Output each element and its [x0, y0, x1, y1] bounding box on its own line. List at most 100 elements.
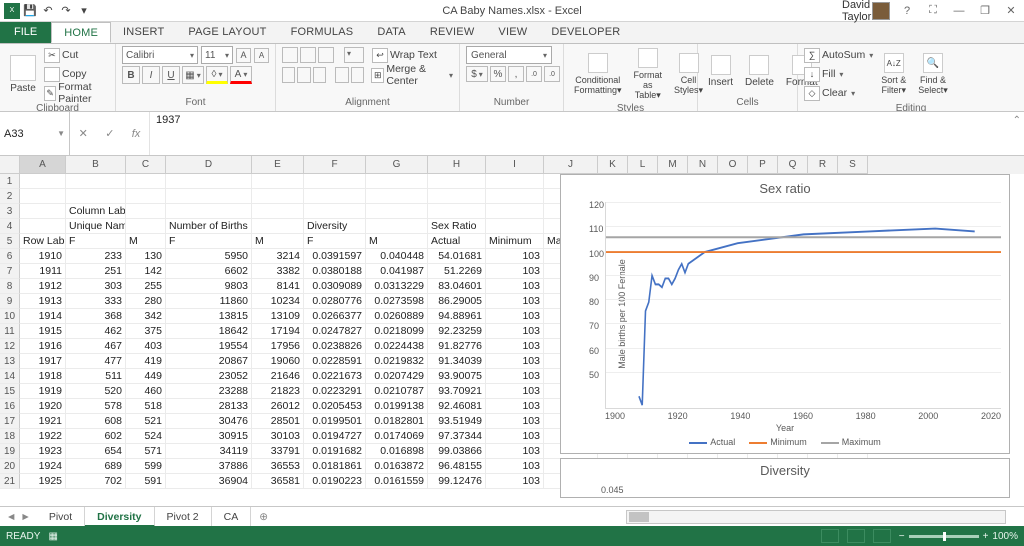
col-header-M[interactable]: M: [658, 156, 688, 174]
col-header-A[interactable]: A: [20, 156, 66, 174]
align-bottom-icon[interactable]: [318, 47, 334, 63]
zoom-slider[interactable]: [909, 535, 979, 538]
cell[interactable]: 460: [126, 384, 166, 399]
row-header[interactable]: 8: [0, 279, 20, 294]
cell[interactable]: [126, 189, 166, 204]
col-header-H[interactable]: H: [428, 156, 486, 174]
cell[interactable]: 103: [486, 399, 544, 414]
zoom-in-icon[interactable]: +: [983, 531, 989, 542]
cell[interactable]: 36904: [166, 474, 252, 489]
row-header[interactable]: 6: [0, 249, 20, 264]
col-header-J[interactable]: J: [544, 156, 598, 174]
cell[interactable]: 34119: [166, 444, 252, 459]
row-header[interactable]: 7: [0, 264, 20, 279]
cell[interactable]: 93.51949: [428, 414, 486, 429]
conditional-formatting-button[interactable]: ConditionalFormatting▾: [570, 51, 626, 97]
cell[interactable]: 103: [486, 249, 544, 264]
cell[interactable]: 518: [126, 399, 166, 414]
cell[interactable]: [304, 174, 366, 189]
merge-center-button[interactable]: ⊞Merge & Center: [371, 66, 453, 84]
cell[interactable]: [486, 174, 544, 189]
format-painter-button[interactable]: ✎Format Painter: [44, 84, 109, 102]
tab-data[interactable]: DATA: [365, 22, 418, 43]
cell[interactable]: 1914: [20, 309, 66, 324]
align-right-icon[interactable]: [313, 67, 326, 83]
cell[interactable]: 375: [126, 324, 166, 339]
col-header-R[interactable]: R: [808, 156, 838, 174]
cell[interactable]: 20867: [166, 354, 252, 369]
row-header[interactable]: 11: [0, 324, 20, 339]
sheet-nav-prev-icon[interactable]: ◄: [6, 511, 16, 523]
cell[interactable]: 0.0309089: [304, 279, 366, 294]
cell[interactable]: Minimum: [486, 234, 544, 249]
cell[interactable]: 521: [126, 414, 166, 429]
col-header-E[interactable]: E: [252, 156, 304, 174]
cell[interactable]: 1911: [20, 264, 66, 279]
cell[interactable]: 255: [126, 279, 166, 294]
number-format-select[interactable]: General: [466, 46, 552, 64]
cell[interactable]: M: [126, 234, 166, 249]
cell[interactable]: 0.0223291: [304, 384, 366, 399]
cell[interactable]: 91.82776: [428, 339, 486, 354]
cell[interactable]: 19060: [252, 354, 304, 369]
cell[interactable]: F: [66, 234, 126, 249]
row-header[interactable]: 19: [0, 444, 20, 459]
cell[interactable]: 333: [66, 294, 126, 309]
cell[interactable]: 1924: [20, 459, 66, 474]
cell[interactable]: 1910: [20, 249, 66, 264]
tab-view[interactable]: VIEW: [486, 22, 539, 43]
cell[interactable]: 36553: [252, 459, 304, 474]
cell[interactable]: 303: [66, 279, 126, 294]
cell[interactable]: 1917: [20, 354, 66, 369]
format-as-table-button[interactable]: Format asTable▾: [630, 46, 667, 102]
font-color-button[interactable]: A: [230, 66, 252, 84]
cell[interactable]: [366, 189, 428, 204]
cell[interactable]: 1921: [20, 414, 66, 429]
ribbon-collapse-icon[interactable]: ⛶: [924, 4, 942, 17]
col-header-Q[interactable]: Q: [778, 156, 808, 174]
cell[interactable]: [486, 189, 544, 204]
cell[interactable]: 99.03866: [428, 444, 486, 459]
cell[interactable]: 689: [66, 459, 126, 474]
cell[interactable]: 0.0163872: [366, 459, 428, 474]
cell[interactable]: 0.0218099: [366, 324, 428, 339]
cell[interactable]: [20, 174, 66, 189]
cell[interactable]: 36581: [252, 474, 304, 489]
autosum-button[interactable]: ∑AutoSum: [804, 46, 873, 64]
cell[interactable]: F: [166, 234, 252, 249]
fill-button[interactable]: ↓Fill: [804, 65, 873, 83]
align-left-icon[interactable]: [282, 67, 295, 83]
cell[interactable]: 0.0210787: [366, 384, 428, 399]
row-header[interactable]: 9: [0, 294, 20, 309]
cell[interactable]: [486, 219, 544, 234]
name-box[interactable]: A33▼: [0, 112, 70, 155]
clear-button[interactable]: ◇Clear: [804, 84, 873, 102]
percent-button[interactable]: %: [490, 66, 506, 82]
col-header-F[interactable]: F: [304, 156, 366, 174]
page-break-view-icon[interactable]: [873, 529, 891, 543]
cell[interactable]: 368: [66, 309, 126, 324]
row-header[interactable]: 2: [0, 189, 20, 204]
row-header[interactable]: 1: [0, 174, 20, 189]
cell[interactable]: 142: [126, 264, 166, 279]
cell[interactable]: 103: [486, 324, 544, 339]
save-icon[interactable]: 💾: [22, 3, 38, 19]
cell[interactable]: 0.0194727: [304, 429, 366, 444]
col-header-K[interactable]: K: [598, 156, 628, 174]
cell[interactable]: 83.04601: [428, 279, 486, 294]
cell[interactable]: 103: [486, 369, 544, 384]
cell[interactable]: 103: [486, 429, 544, 444]
cell[interactable]: F: [304, 234, 366, 249]
chart-sex-ratio[interactable]: Sex ratio Male births per 100 Female 190…: [560, 174, 1010, 454]
cell[interactable]: 13109: [252, 309, 304, 324]
cell[interactable]: [20, 189, 66, 204]
sheet-tab-diversity[interactable]: Diversity: [85, 507, 154, 527]
cell[interactable]: [252, 174, 304, 189]
cell[interactable]: 0.0260889: [366, 309, 428, 324]
cell[interactable]: 103: [486, 384, 544, 399]
col-header-L[interactable]: L: [628, 156, 658, 174]
row-header[interactable]: 4: [0, 219, 20, 234]
cell[interactable]: 280: [126, 294, 166, 309]
tab-formulas[interactable]: FORMULAS: [279, 22, 366, 43]
find-select-button[interactable]: 🔍Find &Select▾: [914, 51, 952, 97]
